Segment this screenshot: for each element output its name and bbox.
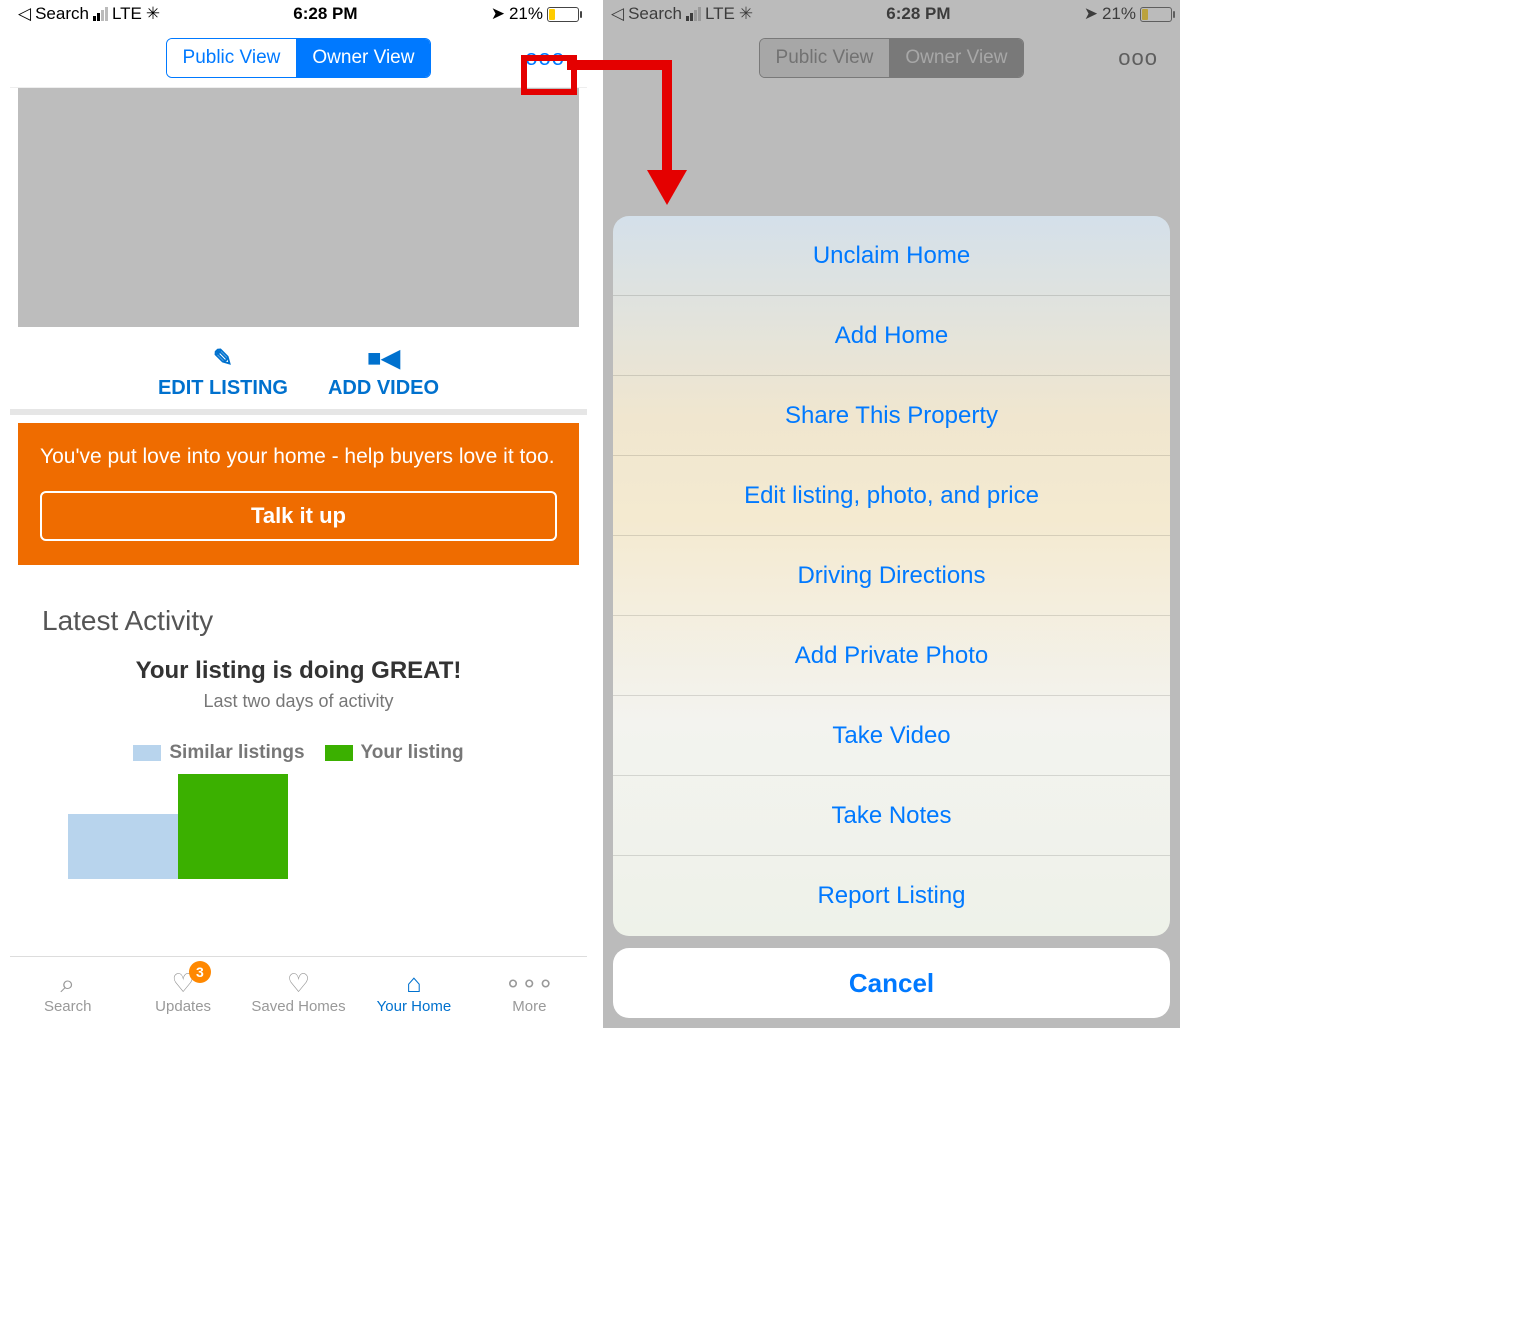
signal-icon bbox=[93, 7, 108, 21]
battery-pct: 21% bbox=[509, 4, 543, 24]
home-icon: ⌂ bbox=[406, 970, 422, 996]
tab-public-view[interactable]: Public View bbox=[167, 39, 297, 77]
pencil-icon: ✎ bbox=[158, 344, 288, 373]
search-icon: ⌕ bbox=[60, 970, 75, 996]
status-bar: ◁ Search LTE ✳︎ 6:28 PM ➤ 21% bbox=[10, 0, 587, 28]
tab-more[interactable]: ∘∘∘More bbox=[472, 957, 587, 1028]
tab-updates[interactable]: ♡3Updates bbox=[125, 957, 240, 1028]
phone-screen-left: ◁ Search LTE ✳︎ 6:28 PM ➤ 21% Public Vie… bbox=[10, 0, 587, 1028]
legend-swatch-similar bbox=[133, 745, 161, 761]
promo-text: You've put love into your home - help bu… bbox=[40, 443, 557, 471]
add-video-label: ADD VIDEO bbox=[328, 377, 439, 399]
sheet-unclaim-home[interactable]: Unclaim Home bbox=[613, 216, 1170, 296]
activity-spinner-icon: ✳︎ bbox=[146, 4, 160, 24]
tab-saved-homes[interactable]: ♡Saved Homes bbox=[241, 957, 356, 1028]
tab-bar: ⌕Search ♡3Updates ♡Saved Homes ⌂Your Hom… bbox=[10, 956, 587, 1028]
video-camera-icon: ■◀ bbox=[328, 344, 439, 373]
carrier-label: LTE bbox=[112, 4, 142, 24]
activity-subtitle: Last two days of activity bbox=[18, 691, 579, 712]
activity-bar-chart bbox=[18, 774, 579, 879]
sheet-cancel-button[interactable]: Cancel bbox=[613, 948, 1170, 1018]
edit-listing-label: EDIT LISTING bbox=[158, 377, 288, 399]
tab-your-home[interactable]: ⌂Your Home bbox=[356, 957, 471, 1028]
status-time: 6:28 PM bbox=[293, 4, 357, 24]
sheet-take-video[interactable]: Take Video bbox=[613, 696, 1170, 776]
activity-title: Your listing is doing GREAT! bbox=[18, 657, 579, 685]
view-segmented-control[interactable]: Public View Owner View bbox=[166, 38, 432, 78]
annotation-highlight-box bbox=[521, 55, 577, 95]
listing-photo-placeholder[interactable] bbox=[18, 88, 579, 327]
sheet-edit-listing[interactable]: Edit listing, photo, and price bbox=[613, 456, 1170, 536]
sheet-share-property[interactable]: Share This Property bbox=[613, 376, 1170, 456]
sheet-driving-directions[interactable]: Driving Directions bbox=[613, 536, 1170, 616]
sheet-take-notes[interactable]: Take Notes bbox=[613, 776, 1170, 856]
add-video-button[interactable]: ■◀ ADD VIDEO bbox=[328, 344, 439, 400]
talk-it-up-button[interactable]: Talk it up bbox=[40, 491, 557, 541]
updates-badge: 3 bbox=[189, 961, 211, 983]
bar-similar-listings bbox=[68, 814, 178, 879]
phone-screen-right: ◁ Search LTE ✳︎ 6:28 PM ➤ 21% Public Vie… bbox=[603, 0, 1180, 1028]
tab-owner-view[interactable]: Owner View bbox=[296, 39, 430, 77]
battery-icon bbox=[547, 7, 579, 22]
edit-listing-button[interactable]: ✎ EDIT LISTING bbox=[158, 344, 288, 400]
activity-heading: Latest Activity bbox=[18, 605, 579, 657]
more-icon: ∘∘∘ bbox=[505, 970, 554, 996]
sheet-add-home[interactable]: Add Home bbox=[613, 296, 1170, 376]
latest-activity-card: Latest Activity Your listing is doing GR… bbox=[18, 585, 579, 879]
tab-search[interactable]: ⌕Search bbox=[10, 957, 125, 1028]
sheet-add-private-photo[interactable]: Add Private Photo bbox=[613, 616, 1170, 696]
sheet-report-listing[interactable]: Report Listing bbox=[613, 856, 1170, 936]
heart-icon: ♡ bbox=[287, 970, 310, 996]
location-icon: ➤ bbox=[491, 4, 505, 24]
nav-bar: Public View Owner View ooo bbox=[10, 28, 587, 88]
legend-your: Your listing bbox=[325, 742, 464, 764]
action-sheet: Unclaim Home Add Home Share This Propert… bbox=[613, 216, 1170, 1018]
action-sheet-group: Unclaim Home Add Home Share This Propert… bbox=[613, 216, 1170, 936]
listing-actions-row: ✎ EDIT LISTING ■◀ ADD VIDEO bbox=[10, 335, 587, 415]
promo-banner: You've put love into your home - help bu… bbox=[18, 423, 579, 565]
chart-legend: Similar listings Your listing bbox=[18, 742, 579, 764]
status-search-label[interactable]: Search bbox=[35, 4, 89, 24]
bar-your-listing bbox=[178, 774, 288, 879]
legend-swatch-your bbox=[325, 745, 353, 761]
back-search-icon[interactable]: ◁ bbox=[18, 4, 31, 24]
legend-similar: Similar listings bbox=[133, 742, 304, 764]
